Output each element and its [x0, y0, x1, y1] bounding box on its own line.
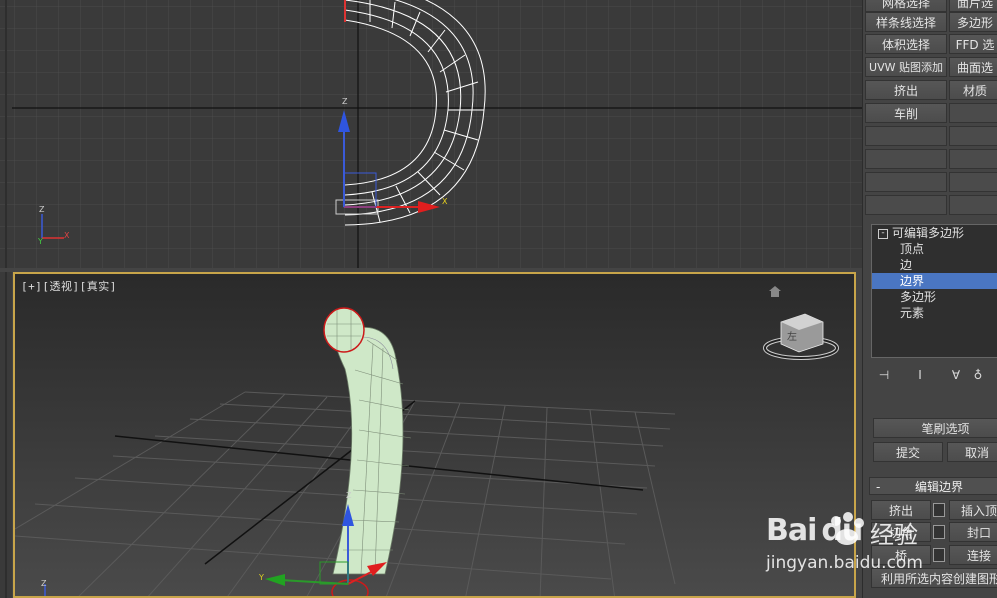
- uvw-map-add-button[interactable]: UVW 贴图添加: [865, 57, 947, 77]
- left-viewport-strip: [0, 272, 12, 598]
- ffd-select-button[interactable]: FFD 选: [949, 34, 997, 54]
- empty-slot-button[interactable]: [865, 172, 947, 192]
- svg-text:X: X: [64, 231, 70, 240]
- stack-item-vertex[interactable]: 顶点: [872, 241, 997, 257]
- stack-item-border[interactable]: 边界: [872, 273, 997, 289]
- edit-border-rollout-header[interactable]: - 编辑边界: [869, 477, 997, 495]
- svg-text:X: X: [442, 197, 448, 206]
- stack-item-label: 边: [900, 258, 913, 272]
- pin-stack-icon[interactable]: ⊣: [875, 366, 893, 384]
- tube-mesh: [323, 307, 412, 596]
- svg-text:Z: Z: [39, 205, 45, 214]
- svg-text:Z: Z: [41, 579, 47, 588]
- stack-root-editable-poly[interactable]: - 可编辑多边形: [872, 225, 997, 241]
- empty-slot-button[interactable]: [949, 172, 997, 192]
- svg-text:左: 左: [787, 330, 797, 343]
- svg-text:Y: Y: [258, 573, 264, 582]
- vol-select-button[interactable]: 体积选择: [865, 34, 947, 54]
- stack-item-label: 元素: [900, 306, 925, 320]
- modifier-stack[interactable]: - 可编辑多边形 顶点 边 边界 多边形 元素: [871, 224, 997, 358]
- empty-slot-button[interactable]: [949, 149, 997, 169]
- patch-select-button[interactable]: 面片选: [949, 0, 997, 12]
- empty-slot-button[interactable]: [949, 103, 997, 123]
- stack-item-label: 多边形: [900, 290, 937, 304]
- svg-text:Z: Z: [346, 491, 352, 500]
- show-end-result-icon[interactable]: Ⅰ: [911, 366, 929, 384]
- stack-item-edge[interactable]: 边: [872, 257, 997, 273]
- minus-box-icon[interactable]: -: [878, 228, 888, 239]
- cancel-button[interactable]: 取消: [947, 442, 997, 462]
- collapse-icon: -: [876, 480, 881, 494]
- stack-root-label: 可编辑多边形: [892, 226, 965, 240]
- lathe-button[interactable]: 车削: [865, 103, 947, 123]
- top-viewport[interactable]: Z X Z Y X: [0, 0, 862, 268]
- axis-tripod-icon-persp: Z: [41, 579, 47, 596]
- svg-text:Z: Z: [342, 97, 348, 106]
- brush-options-button[interactable]: 笔刷选项: [873, 418, 997, 438]
- material-button[interactable]: 材质: [949, 80, 997, 100]
- svg-text:Y: Y: [37, 237, 43, 246]
- empty-slot-button[interactable]: [949, 195, 997, 215]
- extrude-button[interactable]: 挤出: [865, 80, 947, 100]
- empty-slot-button[interactable]: [865, 195, 947, 215]
- paw-icon: [831, 512, 864, 545]
- perspective-viewport[interactable]: [+][透视][真实] Z Y 左 Z: [13, 272, 856, 598]
- stack-item-element[interactable]: 元素: [872, 305, 997, 321]
- make-unique-icon[interactable]: ∀: [947, 366, 965, 384]
- jingyan-label: 经验: [870, 521, 918, 549]
- viewcube-icon: 左: [763, 313, 839, 360]
- stack-item-label: 边界: [900, 274, 925, 288]
- empty-slot-button[interactable]: [865, 126, 947, 146]
- viewcube-home-icon: [769, 286, 781, 297]
- empty-slot-button[interactable]: [949, 126, 997, 146]
- remove-modifier-icon[interactable]: ♁: [969, 366, 987, 384]
- watermark-url: jingyan.baidu.com: [766, 553, 923, 573]
- stack-toolbar: ⊣ Ⅰ ∀ ♁: [871, 366, 997, 386]
- perspective-scene: Z Y 左 Z: [15, 286, 839, 596]
- empty-slot-button[interactable]: [865, 149, 947, 169]
- mesh-select-button[interactable]: 网格选择: [865, 0, 947, 12]
- top-viewport-grid: Z X Z Y X: [0, 0, 862, 268]
- baidu-watermark: Bai du 经验 jingyan.baidu.com: [760, 505, 997, 595]
- stack-item-polygon[interactable]: 多边形: [872, 289, 997, 305]
- poly-select-button[interactable]: 多边形: [949, 12, 997, 32]
- rollout-title: 编辑边界: [914, 480, 963, 494]
- surface-select-button[interactable]: 曲面选: [949, 57, 997, 77]
- stack-item-label: 顶点: [900, 242, 925, 256]
- commit-button[interactable]: 提交: [873, 442, 943, 462]
- spline-select-button[interactable]: 样条线选择: [865, 12, 947, 32]
